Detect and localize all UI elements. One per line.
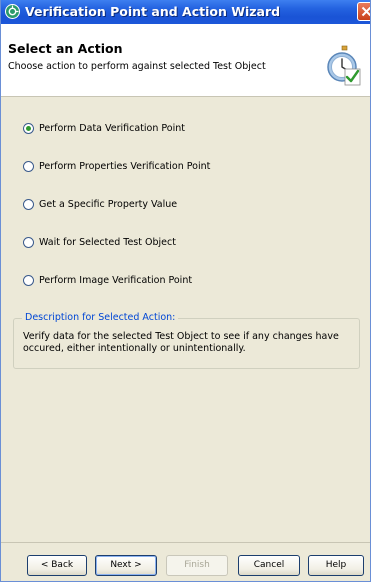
app-logo-icon [5, 4, 20, 19]
radio-button[interactable] [23, 160, 34, 172]
close-icon [361, 6, 370, 17]
back-button[interactable]: < Back [27, 555, 87, 576]
radio-button[interactable] [23, 198, 34, 210]
wizard-content: Perform Data Verification Point Perform … [1, 97, 370, 542]
option-label: Wait for Selected Test Object [39, 236, 176, 248]
cancel-button[interactable]: Cancel [238, 555, 300, 576]
radio-button[interactable] [23, 274, 34, 286]
button-bar: < Back Next > Finish Cancel Help [1, 542, 370, 581]
wizard-window: Verification Point and Action Wizard Sel… [0, 0, 371, 582]
description-text: Verify data for the selected Test Object… [23, 331, 339, 354]
help-button[interactable]: Help [308, 555, 364, 576]
option-label: Perform Properties Verification Point [39, 160, 211, 172]
option-properties-verification-point[interactable]: Perform Properties Verification Point [23, 158, 210, 174]
title-bar[interactable]: Verification Point and Action Wizard [1, 0, 370, 24]
next-button[interactable]: Next > [95, 555, 157, 576]
option-data-verification-point[interactable]: Perform Data Verification Point [23, 120, 185, 136]
option-label: Get a Specific Property Value [39, 198, 178, 210]
option-get-property-value[interactable]: Get a Specific Property Value [23, 196, 177, 212]
finish-button[interactable]: Finish [166, 555, 228, 576]
radio-button[interactable] [23, 122, 34, 134]
page-title: Select an Action [8, 41, 123, 56]
option-image-verification-point[interactable]: Perform Image Verification Point [23, 272, 192, 288]
radio-button[interactable] [23, 236, 34, 248]
option-label: Perform Data Verification Point [39, 122, 185, 134]
description-group: Description for Selected Action: Verify … [13, 312, 360, 369]
page-subtitle: Choose action to perform against selecte… [8, 61, 266, 72]
option-label: Perform Image Verification Point [39, 274, 193, 286]
window-title: Verification Point and Action Wizard [25, 4, 281, 19]
stopwatch-check-icon [327, 45, 361, 86]
close-button[interactable] [357, 2, 370, 21]
wizard-header: Select an Action Choose action to perfor… [1, 24, 370, 97]
option-wait-for-test-object[interactable]: Wait for Selected Test Object [23, 234, 176, 250]
description-legend: Description for Selected Action: [22, 312, 179, 323]
